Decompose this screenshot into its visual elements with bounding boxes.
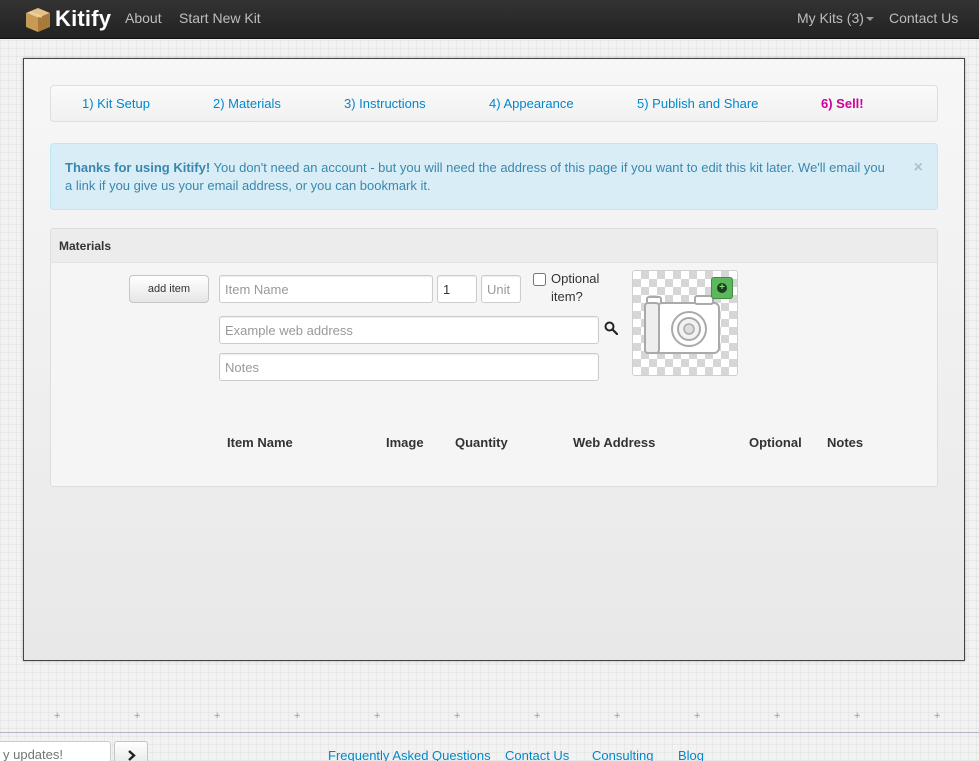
plus-mark: +: [454, 710, 461, 722]
nav-about[interactable]: About: [125, 10, 162, 26]
plus-mark: +: [854, 710, 861, 722]
plus-mark: +: [374, 710, 381, 722]
web-address-input[interactable]: [219, 316, 599, 344]
nav-my-kits-dropdown[interactable]: My Kits (3): [797, 10, 874, 26]
step-sell[interactable]: 6) Sell!: [821, 96, 864, 111]
footer-link-contact-us[interactable]: Contact Us: [505, 748, 569, 761]
nav-contact-us[interactable]: Contact Us: [889, 10, 958, 26]
optional-item-checkbox[interactable]: [533, 273, 546, 286]
brand-name: Kitify: [55, 6, 112, 31]
plus-mark: +: [614, 710, 621, 722]
optional-item-label: Optional item?: [551, 271, 600, 304]
plus-mark: +: [934, 710, 941, 722]
plus-mark: +: [774, 710, 781, 722]
search-icon[interactable]: [604, 321, 618, 335]
plus-mark: +: [54, 710, 61, 722]
info-alert: Thanks for using Kitify! You don't need …: [50, 143, 938, 210]
notes-input[interactable]: [219, 353, 599, 381]
nav-my-kits-label: My Kits (3): [797, 10, 864, 26]
add-image-button[interactable]: +: [711, 277, 733, 299]
step-instructions[interactable]: 3) Instructions: [344, 96, 426, 111]
item-name-input[interactable]: [219, 275, 433, 303]
footer-decoration: + + + + + + + + + + + +: [0, 710, 979, 722]
alert-strong-text: Thanks for using Kitify!: [65, 160, 211, 175]
column-header-optional: Optional: [749, 435, 802, 450]
plus-mark: +: [134, 710, 141, 722]
column-header-item-name: Item Name: [227, 435, 293, 450]
plus-mark: +: [534, 710, 541, 722]
step-materials[interactable]: 2) Materials: [213, 96, 281, 111]
plus-mark: +: [294, 710, 301, 722]
box-logo-icon: [26, 8, 50, 32]
footer-link-consulting[interactable]: Consulting: [592, 748, 653, 761]
kit-editor-panel: 1) Kit Setup 2) Materials 3) Instruction…: [23, 58, 965, 661]
camera-placeholder-icon: [644, 295, 720, 354]
unit-input[interactable]: [481, 275, 521, 303]
wizard-steps-bar: 1) Kit Setup 2) Materials 3) Instruction…: [50, 85, 938, 122]
brand-logo-link[interactable]: Kitify: [24, 3, 111, 35]
plus-mark: +: [214, 710, 221, 722]
step-publish-and-share[interactable]: 5) Publish and Share: [637, 96, 758, 111]
column-header-quantity: Quantity: [455, 435, 508, 450]
plus-icon: +: [717, 283, 727, 293]
footer-divider: [0, 732, 979, 733]
close-icon[interactable]: ×: [914, 159, 923, 177]
nav-start-new-kit[interactable]: Start New Kit: [179, 10, 261, 26]
quantity-input[interactable]: [437, 275, 477, 303]
newsletter-submit-button[interactable]: [114, 741, 148, 761]
chevron-right-icon: [128, 750, 136, 761]
step-kit-setup[interactable]: 1) Kit Setup: [82, 96, 150, 111]
top-navbar: Kitify About Start New Kit My Kits (3) C…: [0, 0, 979, 39]
newsletter-email-input[interactable]: [0, 741, 111, 761]
materials-section: Materials add item Optional item? +: [50, 228, 938, 487]
materials-heading: Materials: [51, 229, 937, 263]
column-header-image: Image: [386, 435, 424, 450]
add-item-button[interactable]: add item: [129, 275, 209, 303]
plus-mark: +: [694, 710, 701, 722]
column-header-notes: Notes: [827, 435, 864, 450]
footer-link-faq[interactable]: Frequently Asked Questions: [328, 748, 491, 761]
item-image-dropzone[interactable]: +: [632, 270, 738, 376]
chevron-down-icon: [865, 17, 874, 21]
step-appearance[interactable]: 4) Appearance: [489, 96, 574, 111]
column-header-web-address: Web Address: [573, 435, 656, 450]
footer-link-blog[interactable]: Blog: [678, 748, 704, 761]
